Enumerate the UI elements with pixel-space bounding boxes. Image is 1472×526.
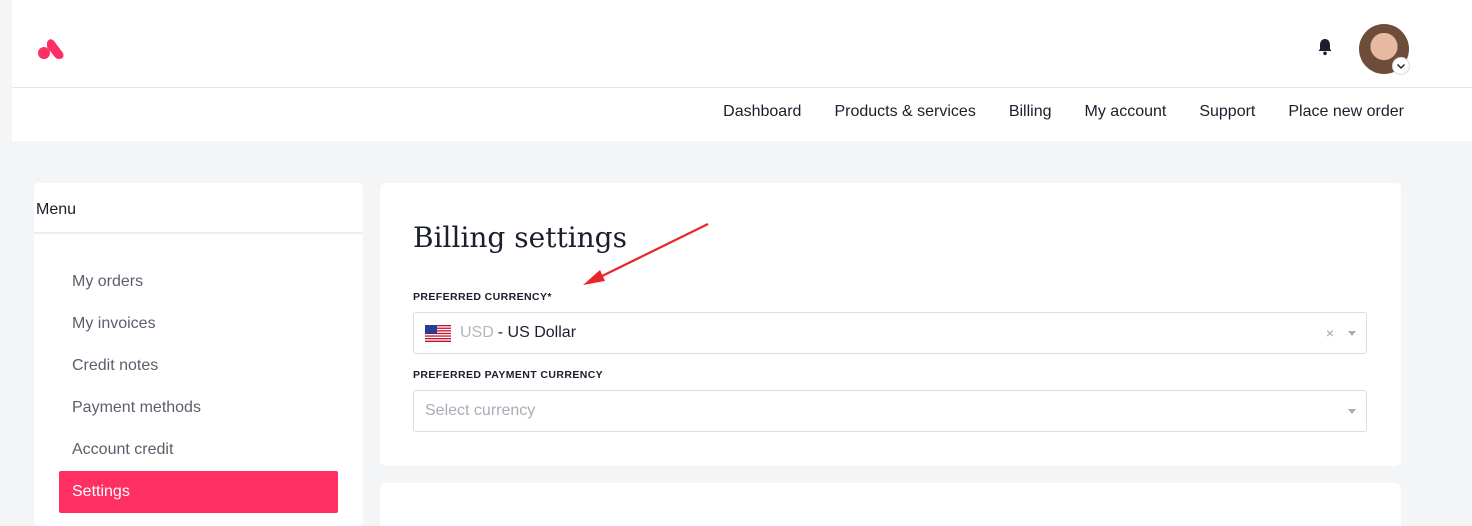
sidebar-menu: Menu My orders My invoices Credit notes … [34,183,363,526]
payment-currency-label: PREFERRED PAYMENT CURRENCY [413,369,604,381]
currency-name: - US Dollar [497,324,577,341]
nav-products-services[interactable]: Products & services [834,103,975,121]
nav-support[interactable]: Support [1199,103,1255,121]
nav-dashboard[interactable]: Dashboard [723,103,801,121]
chevron-down-icon[interactable] [1392,57,1410,75]
page-title: Billing settings [413,221,627,254]
clear-icon[interactable]: × [1326,325,1334,341]
payment-currency-select[interactable]: Select currency [413,390,1367,432]
us-flag-icon [425,324,451,342]
header-divider [12,87,1472,88]
chevron-down-icon[interactable] [1348,409,1356,414]
bell-icon[interactable] [1317,38,1333,56]
payment-currency-placeholder: Select currency [425,402,536,419]
main-nav: Dashboard Products & services Billing My… [690,101,1404,123]
sidebar-item-my-invoices[interactable]: My invoices [34,310,363,352]
sidebar-item-credit-notes[interactable]: Credit notes [34,352,363,394]
currency-code: USD [460,324,494,341]
sidebar-item-my-orders[interactable]: My orders [34,268,363,310]
logo-icon[interactable] [38,38,65,60]
nav-place-new-order[interactable]: Place new order [1288,103,1404,121]
chevron-down-icon[interactable] [1348,331,1356,336]
sidebar-item-payment-methods[interactable]: Payment methods [34,394,363,436]
preferred-currency-select[interactable]: USD - US Dollar × [413,312,1367,354]
sidebar-list: My orders My invoices Credit notes Payme… [34,234,363,520]
billing-settings-card: Billing settings PREFERRED CURRENCY* USD… [380,183,1401,466]
preferred-currency-label: PREFERRED CURRENCY* [413,291,552,303]
top-bar: Dashboard Products & services Billing My… [12,0,1472,141]
sidebar-title: Menu [34,183,363,234]
nav-billing[interactable]: Billing [1009,103,1052,121]
sidebar-item-settings[interactable]: Settings [59,471,338,513]
secondary-card [380,483,1401,526]
nav-my-account[interactable]: My account [1085,103,1167,121]
